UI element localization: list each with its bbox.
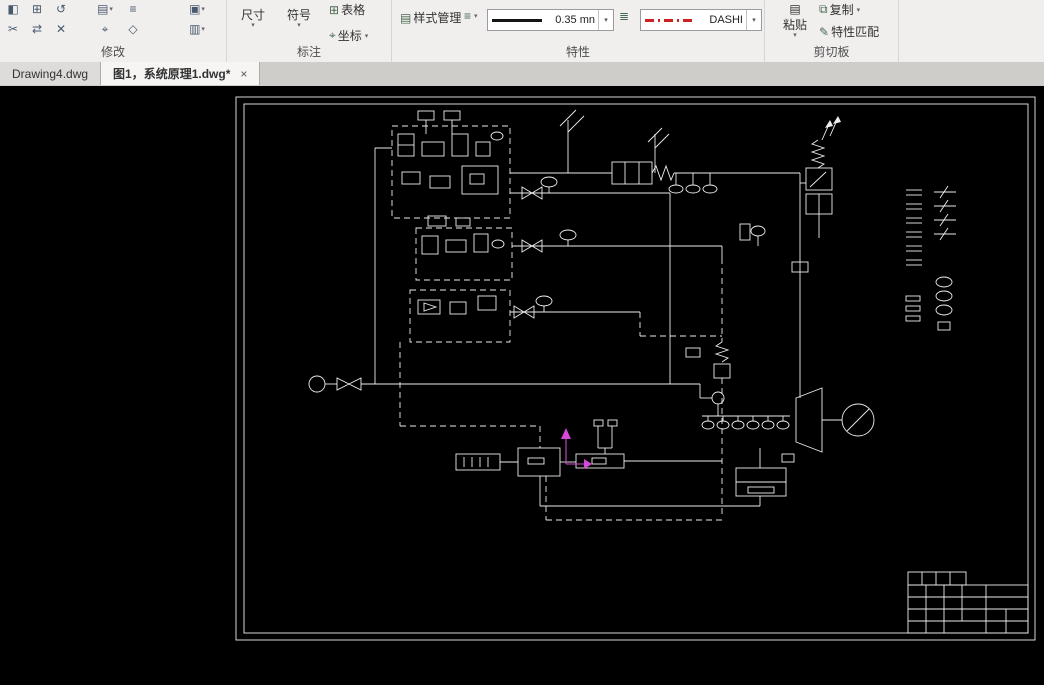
chevron-down-icon[interactable]: ▾ bbox=[281, 22, 317, 29]
legend-symbols bbox=[905, 185, 956, 331]
stretch-icon[interactable]: ▤ ▾ bbox=[94, 0, 116, 18]
dimension-label: 尺寸 bbox=[240, 8, 265, 22]
chevron-down-icon[interactable]: ▾ bbox=[777, 32, 813, 39]
dimension-button[interactable]: 尺寸 ▾ bbox=[235, 6, 271, 29]
trim-icon[interactable]: ✂ bbox=[2, 20, 24, 38]
ribbon-group-clipboard: ▤ 粘贴 ▾ ⧉ 复制 ▾ ✎ 特性匹配 剪切板 bbox=[765, 0, 899, 62]
fillet-icon[interactable]: ⌖ bbox=[94, 20, 116, 38]
chevron-down-icon[interactable]: ▾ bbox=[365, 32, 369, 40]
clipboard-icon: ▤ bbox=[789, 2, 801, 16]
chevron-down-icon[interactable]: ▾ bbox=[474, 12, 478, 20]
match-properties-label: 特性匹配 bbox=[831, 25, 880, 39]
solenoid-valve bbox=[611, 161, 718, 194]
valve-block-cluster bbox=[374, 110, 513, 384]
chevron-down-icon[interactable]: ▾ bbox=[746, 10, 761, 30]
tab-label: Drawing4.dwg bbox=[12, 66, 89, 81]
table-label: 表格 bbox=[341, 3, 366, 17]
linetype-list-icon: ≣ bbox=[619, 9, 630, 23]
title-block bbox=[907, 571, 1029, 634]
pump-and-valve bbox=[308, 375, 712, 399]
coordinate-button[interactable]: ⌖ 坐标 ▾ bbox=[329, 27, 368, 44]
copy-icon: ⧉ bbox=[819, 2, 828, 16]
linetype-select[interactable]: DASHI ▾ bbox=[640, 9, 762, 31]
array-icon[interactable]: ⊞ bbox=[26, 0, 48, 18]
style-manager-button[interactable]: ▤ 样式管理 bbox=[400, 9, 461, 26]
piping-lines bbox=[510, 109, 801, 398]
group-label-modify: 修改 bbox=[100, 45, 125, 59]
layer-tools-button[interactable]: ≡ ▾ bbox=[464, 9, 478, 23]
rotate-icon[interactable]: ↺ bbox=[50, 0, 72, 18]
ribbon-group-properties: ▤ 样式管理 ≡ ▾ 0.35 mn ▾ ≣ DASHI ▾ 特性 bbox=[392, 0, 765, 62]
coordinate-icon: ⌖ bbox=[329, 28, 336, 42]
turbine-generator bbox=[701, 387, 875, 463]
offset-icon[interactable]: ≡ bbox=[122, 0, 144, 18]
chevron-down-icon[interactable]: ▾ bbox=[857, 6, 861, 14]
drawing-frame bbox=[235, 96, 1036, 641]
tab-drawing4[interactable]: Drawing4.dwg bbox=[0, 62, 102, 85]
tab-system-schematic[interactable]: 图1，系统原理1.dwg* × bbox=[101, 62, 261, 85]
chevron-down-icon[interactable]: ▾ bbox=[235, 22, 271, 29]
group-label-annotate: 标注 bbox=[296, 45, 321, 59]
ribbon: ◧ ⊞ ↺ ▤ ▾ ≡ ▣ ▾ ✂ ⇄ ✕ ⌖ ◇ ▥ ▾ 修改 尺寸 ▾ 符号 ▾ … bbox=[0, 0, 1044, 63]
table-icon: ⊞ bbox=[329, 2, 340, 17]
extend-icon[interactable]: ⇄ bbox=[26, 20, 48, 38]
style-manager-label: 样式管理 bbox=[413, 11, 462, 25]
coordinate-label: 坐标 bbox=[337, 29, 362, 43]
bottom-equipment-train bbox=[455, 419, 722, 477]
close-icon[interactable]: × bbox=[240, 67, 247, 81]
lineweight-value: 0.35 mn bbox=[555, 14, 595, 26]
document-tab-bar: Drawing4.dwg 图1，系统原理1.dwg* × bbox=[0, 62, 1044, 87]
linetype-sample-icon bbox=[645, 18, 695, 22]
match-properties-button[interactable]: ✎ 特性匹配 bbox=[819, 23, 879, 40]
schematic-drawing bbox=[235, 96, 1036, 641]
copy-button[interactable]: ⧉ 复制 ▾ bbox=[819, 1, 860, 18]
scale-icon[interactable]: ▥ ▾ bbox=[186, 20, 208, 38]
mirror-icon[interactable]: ◧ bbox=[2, 0, 24, 18]
chevron-down-icon[interactable]: ▾ bbox=[598, 10, 613, 30]
drawing-canvas[interactable] bbox=[0, 86, 1044, 685]
paste-label: 粘贴 bbox=[782, 18, 807, 32]
selection-highlight-arrow bbox=[561, 428, 592, 469]
brush-icon: ✎ bbox=[819, 24, 830, 39]
ribbon-group-annotate: 尺寸 ▾ 符号 ▾ ⊞ 表格 ⌖ 坐标 ▾ 标注 bbox=[227, 0, 392, 62]
tab-label: 图1，系统原理1.dwg* bbox=[113, 67, 231, 81]
layers-icon: ≡ bbox=[464, 9, 472, 23]
style-manager-icon: ▤ bbox=[400, 10, 412, 25]
lineweight-select[interactable]: 0.35 mn ▾ bbox=[487, 9, 614, 31]
group-label-properties: 特性 bbox=[565, 45, 590, 59]
paste-button[interactable]: ▤ 粘贴 ▾ bbox=[777, 2, 813, 39]
table-button[interactable]: ⊞ 表格 bbox=[329, 1, 365, 18]
relief-valve-assembly bbox=[791, 116, 841, 273]
ribbon-group-modify: ◧ ⊞ ↺ ▤ ▾ ≡ ▣ ▾ ✂ ⇄ ✕ ⌖ ◇ ▥ ▾ 修改 bbox=[0, 0, 227, 62]
symbol-button[interactable]: 符号 ▾ bbox=[281, 6, 317, 29]
symbol-label: 符号 bbox=[286, 8, 311, 22]
valves-and-gauges bbox=[513, 176, 766, 319]
lineweight-sample-icon bbox=[492, 18, 542, 22]
delete-icon[interactable]: ✕ bbox=[50, 20, 72, 38]
linetype-tools-button[interactable]: ≣ bbox=[619, 9, 629, 23]
copy-label: 复制 bbox=[829, 3, 854, 17]
condenser-box bbox=[539, 448, 787, 507]
pilot-lines-dashed bbox=[399, 258, 731, 521]
break-icon[interactable]: ◇ bbox=[122, 20, 144, 38]
group-label-clipboard: 剪切板 bbox=[813, 45, 850, 59]
linetype-value: DASHI bbox=[709, 14, 743, 26]
explode-icon[interactable]: ▣ ▾ bbox=[186, 0, 208, 18]
